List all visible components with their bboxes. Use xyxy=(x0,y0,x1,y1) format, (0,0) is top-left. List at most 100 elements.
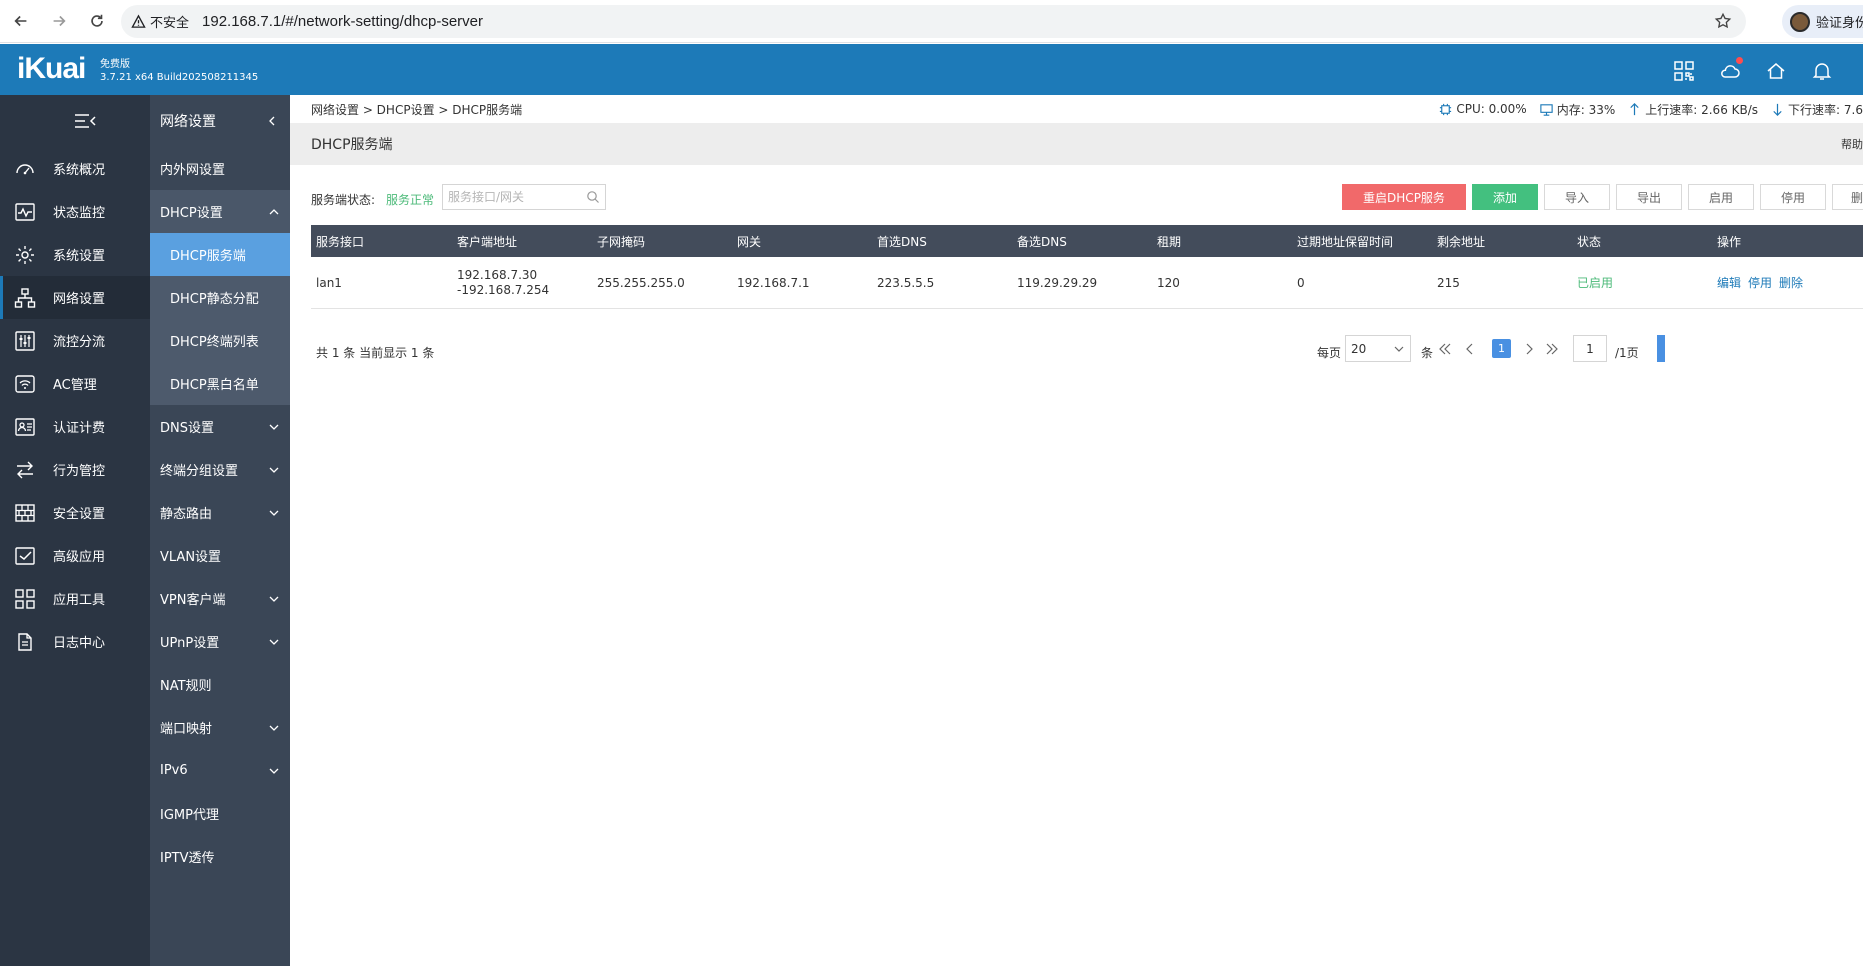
subsidebar-item-dhcp-server[interactable]: DHCP服务端 xyxy=(150,233,290,276)
double-chevron-right-icon xyxy=(1546,343,1558,355)
delete-link[interactable]: 删除 xyxy=(1779,276,1803,290)
chevron-left-icon[interactable] xyxy=(266,115,278,127)
sidebar-item-overview[interactable]: 系统概况 xyxy=(0,147,150,190)
breadcrumb-bar: 网络设置 > DHCP设置 > DHCP服务端 CPU: 0.00% 内存: 3… xyxy=(290,95,1863,123)
profile-chip[interactable]: 验证身份 xyxy=(1782,5,1863,38)
column-header[interactable]: 状态 xyxy=(1572,233,1712,250)
sidebar-item-tools[interactable]: 应用工具 xyxy=(0,577,150,620)
sidebar-item-monitor[interactable]: 状态监控 xyxy=(0,190,150,233)
sidebar-item-behavior[interactable]: 行为管控 xyxy=(0,448,150,491)
table-header: 服务接口 客户端地址 子网掩码 网关 首选DNS 备选DNS 租期 过期地址保留… xyxy=(311,225,1863,257)
sidebar-item-network[interactable]: 网络设置 xyxy=(0,276,150,319)
per-page-select[interactable]: 20 xyxy=(1345,335,1411,362)
id-card-icon xyxy=(15,417,35,436)
sidebar-item-logs[interactable]: 日志中心 xyxy=(0,620,150,663)
main-sidebar: 系统概况 状态监控 系统设置 网络设置 流控分流 AC管理 认证计费 行为管控 … xyxy=(0,95,150,966)
column-header[interactable]: 租期 xyxy=(1152,233,1292,250)
menu-collapse-icon xyxy=(75,114,96,128)
cell-netmask: 255.255.255.0 xyxy=(597,275,685,290)
url-text[interactable]: 192.168.7.1/#/network-setting/dhcp-serve… xyxy=(202,13,483,30)
memory-value: 内存: 33% xyxy=(1556,102,1616,117)
arrow-right-icon xyxy=(53,15,66,27)
subsidebar-item-dhcp-clients[interactable]: DHCP终端列表 xyxy=(150,319,290,362)
subsidebar-item-label: UPnP设置 xyxy=(160,636,220,651)
search-input[interactable] xyxy=(448,186,586,208)
subsidebar-header[interactable]: 网络设置 xyxy=(150,95,290,147)
first-page-button[interactable] xyxy=(1436,340,1454,358)
main-content: 网络设置 > DHCP设置 > DHCP服务端 CPU: 0.00% 内存: 3… xyxy=(290,95,1863,966)
bookmark-star-icon[interactable] xyxy=(1714,12,1732,30)
subsidebar-item-label: 端口映射 xyxy=(160,722,213,737)
subsidebar-item-nat[interactable]: NAT规则 xyxy=(150,663,290,706)
column-header[interactable]: 子网掩码 xyxy=(592,233,732,250)
sidebar-item-system[interactable]: 系统设置 xyxy=(0,233,150,276)
subsidebar-item-vlan[interactable]: VLAN设置 xyxy=(150,534,290,577)
home-button[interactable] xyxy=(1765,60,1787,82)
column-header[interactable]: 首选DNS xyxy=(872,233,1012,250)
bell-button[interactable] xyxy=(1811,60,1833,82)
add-button[interactable]: 添加 xyxy=(1472,184,1538,210)
subsidebar-item-port-mapping[interactable]: 端口映射 xyxy=(150,706,290,749)
subsidebar-item-dhcp-acl[interactable]: DHCP黑白名单 xyxy=(150,362,290,405)
cloud-button[interactable] xyxy=(1719,57,1743,82)
go-button[interactable] xyxy=(1657,335,1665,362)
table-row[interactable]: lan1 192.168.7.30 -192.168.7.254 255.255… xyxy=(311,257,1863,309)
search-box[interactable] xyxy=(442,184,606,210)
chevron-down-icon xyxy=(1394,346,1404,352)
subsidebar-item-static-route[interactable]: 静态路由 xyxy=(150,491,290,534)
subsidebar-item-dns[interactable]: DNS设置 xyxy=(150,405,290,448)
qr-code-button[interactable] xyxy=(1673,60,1695,82)
enable-button[interactable]: 启用 xyxy=(1688,184,1754,210)
subsidebar-item-lan-wan[interactable]: 内外网设置 xyxy=(150,147,290,190)
export-button[interactable]: 导出 xyxy=(1616,184,1682,210)
search-icon[interactable] xyxy=(586,190,600,204)
subsidebar-item-dhcp-static[interactable]: DHCP静态分配 xyxy=(150,276,290,319)
address-bar[interactable]: 不安全 192.168.7.1/#/network-setting/dhcp-s… xyxy=(121,5,1746,38)
page-jump-input[interactable]: 1 xyxy=(1573,335,1607,362)
swap-icon xyxy=(17,461,33,478)
chevron-down-icon xyxy=(269,424,279,430)
security-indicator[interactable]: 不安全 xyxy=(131,12,189,31)
subsidebar-item-vpn-client[interactable]: VPN客户端 xyxy=(150,577,290,620)
reload-button[interactable] xyxy=(80,4,114,38)
back-button[interactable] xyxy=(4,4,38,38)
column-header[interactable]: 客户端地址 xyxy=(452,233,592,250)
sidebar-item-advanced[interactable]: 高级应用 xyxy=(0,534,150,577)
sidebar-item-flow-control[interactable]: 流控分流 xyxy=(0,319,150,362)
import-button[interactable]: 导入 xyxy=(1544,184,1610,210)
subsidebar-item-igmp[interactable]: IGMP代理 xyxy=(150,792,290,835)
current-page-button[interactable]: 1 xyxy=(1492,339,1511,358)
restart-dhcp-button[interactable]: 重启DHCP服务 xyxy=(1342,184,1466,210)
column-header[interactable]: 过期地址保留时间 xyxy=(1292,233,1432,250)
column-header[interactable]: 服务接口 xyxy=(311,233,452,250)
last-page-button[interactable] xyxy=(1543,340,1561,358)
subsidebar-item-ipv6[interactable]: IPv6 xyxy=(150,749,290,792)
memory-stat: 内存: 33% xyxy=(1539,101,1616,118)
subsidebar-item-iptv[interactable]: IPTV透传 xyxy=(150,835,290,878)
subsidebar-item-upnp[interactable]: UPnP设置 xyxy=(150,620,290,663)
sidebar-item-label: 安全设置 xyxy=(53,507,106,522)
disable-link[interactable]: 停用 xyxy=(1748,276,1772,290)
next-page-button[interactable] xyxy=(1520,340,1538,358)
delete-button[interactable]: 删 xyxy=(1832,184,1863,210)
sidebar-item-security[interactable]: 安全设置 xyxy=(0,491,150,534)
sidebar-collapse-button[interactable] xyxy=(0,95,150,147)
prev-page-button[interactable] xyxy=(1461,340,1479,358)
column-header[interactable]: 网关 xyxy=(732,233,872,250)
subsidebar-item-label: DHCP设置 xyxy=(160,206,223,221)
profile-label: 验证身份 xyxy=(1816,16,1863,31)
sidebar-item-auth[interactable]: 认证计费 xyxy=(0,405,150,448)
column-header[interactable]: 剩余地址 xyxy=(1432,233,1572,250)
edit-link[interactable]: 编辑 xyxy=(1717,276,1741,290)
subsidebar-item-label: VPN客户端 xyxy=(160,593,226,608)
column-header[interactable]: 备选DNS xyxy=(1012,233,1152,250)
disable-button[interactable]: 停用 xyxy=(1760,184,1826,210)
per-page-label: 每页 xyxy=(1317,346,1342,360)
subsidebar-item-terminal-group[interactable]: 终端分组设置 xyxy=(150,448,290,491)
sidebar-item-ac[interactable]: AC管理 xyxy=(0,362,150,405)
build-label: 3.7.21 x64 Build202508211345 xyxy=(100,72,259,83)
forward-button[interactable] xyxy=(42,4,76,38)
gear-icon xyxy=(16,245,34,264)
help-link[interactable]: 帮助 xyxy=(1841,136,1863,152)
subsidebar-item-dhcp[interactable]: DHCP设置 xyxy=(150,190,290,233)
